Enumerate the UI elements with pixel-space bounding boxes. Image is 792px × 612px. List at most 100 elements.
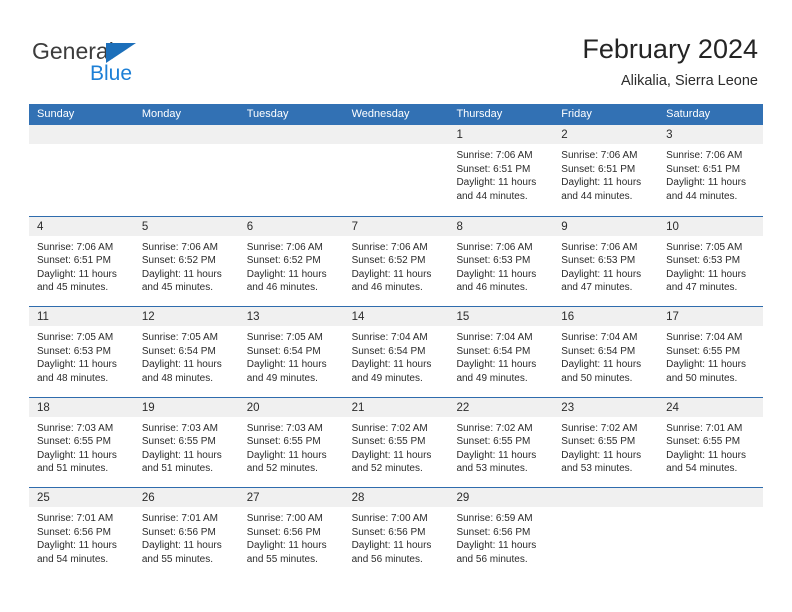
calendar-day-cell[interactable]: 18 Sunrise: 7:03 AM Sunset: 6:55 PM Dayligh… <box>29 397 134 487</box>
day-detail-line: Daylight: 11 hours <box>456 540 537 552</box>
day-number: 21 <box>351 401 365 414</box>
day-detail-line: Sunrise: 7:02 AM <box>561 422 638 434</box>
calendar-day-cell[interactable]: 28 Sunrise: 7:00 AM Sunset: 6:56 PM Dayligh… <box>343 488 449 578</box>
day-detail-line: Sunrise: 7:00 AM <box>246 513 323 524</box>
calendar-day-cell[interactable]: 13 Sunrise: 7:05 AM Sunset: 6:54 PM Dayligh… <box>238 307 344 397</box>
day-detail-line: Sunset: 6:53 PM <box>456 255 531 267</box>
calendar-day-cell[interactable]: 21 Sunrise: 7:02 AM Sunset: 6:55 PM Dayligh… <box>343 397 449 487</box>
brand-logo[interactable]: General Blue <box>32 38 262 94</box>
calendar-day-cell[interactable]: 25 Sunrise: 7:01 AM Sunset: 6:56 PM Dayligh… <box>29 488 134 578</box>
calendar-day-cell[interactable]: 9 Sunrise: 7:06 AM Sunset: 6:53 PM Daylight… <box>553 216 659 306</box>
day-detail-line: Sunrise: 7:06 AM <box>37 241 114 253</box>
day-number-strip <box>343 125 449 144</box>
day-details <box>239 144 344 149</box>
day-details: Sunrise: 7:00 AM Sunset: 6:56 PM Daylight:… <box>344 507 449 566</box>
day-detail-line: Daylight: 11 hours <box>351 449 432 461</box>
day-detail-line: and 51 minutes. <box>37 463 109 475</box>
calendar-day-cell[interactable]: 29 Sunrise: 6:59 AM Sunset: 6:56 PM Dayligh… <box>448 488 554 578</box>
calendar-day-cell[interactable]: 24 Sunrise: 7:01 AM Sunset: 6:55 PM Dayligh… <box>658 397 764 487</box>
day-detail-line: Sunrise: 7:06 AM <box>561 241 638 253</box>
day-detail-line: Sunrise: 7:05 AM <box>37 332 114 343</box>
calendar-day-cell[interactable]: 19 Sunrise: 7:03 AM Sunset: 6:55 PM Dayligh… <box>133 397 239 487</box>
day-number-strip: 20 <box>238 397 344 417</box>
day-detail-line: Daylight: 11 hours <box>246 449 327 461</box>
weekday-header-row: Sunday Monday Tuesday Wednesday Thursday… <box>29 104 763 125</box>
calendar-day-cell[interactable]: 4 Sunrise: 7:06 AM Sunset: 6:51 PM Daylight… <box>29 216 134 306</box>
calendar-day-cell[interactable]: 23 Sunrise: 7:02 AM Sunset: 6:55 PM Dayligh… <box>553 397 659 487</box>
day-number-strip <box>553 488 659 507</box>
calendar-day-cell[interactable]: 12 Sunrise: 7:05 AM Sunset: 6:54 PM Dayligh… <box>133 307 239 397</box>
day-details: Sunrise: 7:04 AM Sunset: 6:55 PM Daylight:… <box>658 326 763 385</box>
day-detail-line: Daylight: 11 hours <box>666 177 747 189</box>
day-number: 5 <box>141 220 149 233</box>
day-detail-line: and 52 minutes. <box>246 463 318 475</box>
day-detail-line: Daylight: 11 hours <box>666 359 747 371</box>
day-number-strip: 26 <box>133 488 239 507</box>
day-number-strip: 2 <box>553 125 659 144</box>
day-details: Sunrise: 7:02 AM Sunset: 6:55 PM Daylight:… <box>448 417 553 476</box>
day-number: 27 <box>246 492 260 504</box>
day-detail-line: and 53 minutes. <box>561 463 633 475</box>
day-details: Sunrise: 7:01 AM Sunset: 6:56 PM Daylight:… <box>29 507 134 566</box>
calendar-day-cell[interactable]: 3 Sunrise: 7:06 AM Sunset: 6:51 PM Daylight… <box>658 125 764 216</box>
day-detail-line: Sunrise: 7:03 AM <box>246 422 323 434</box>
calendar-day-cell[interactable]: 6 Sunrise: 7:06 AM Sunset: 6:52 PM Daylight… <box>238 216 344 306</box>
day-detail-line: Sunset: 6:52 PM <box>351 255 426 267</box>
calendar-day-cell[interactable]: 22 Sunrise: 7:02 AM Sunset: 6:55 PM Dayligh… <box>448 397 554 487</box>
calendar-day-cell[interactable]: 1 Sunrise: 7:06 AM Sunset: 6:51 PM Daylight… <box>448 125 554 216</box>
day-number-strip: 17 <box>658 307 764 326</box>
brand-name-general: General <box>32 38 114 64</box>
page-title: February 2024 <box>582 34 758 64</box>
calendar-day-cell[interactable]: 5 Sunrise: 7:06 AM Sunset: 6:52 PM Daylight… <box>133 216 239 306</box>
day-detail-line: Sunrise: 7:06 AM <box>456 150 533 161</box>
blue-triangle-logo-icon <box>106 43 136 63</box>
calendar-day-cell[interactable]: 27 Sunrise: 7:00 AM Sunset: 6:56 PM Dayligh… <box>238 488 344 578</box>
day-detail-line: Sunrise: 7:05 AM <box>666 241 743 253</box>
day-number-strip: 6 <box>238 216 344 236</box>
calendar-day-cell[interactable]: 11 Sunrise: 7:05 AM Sunset: 6:53 PM Dayligh… <box>29 307 134 397</box>
day-detail-line: Sunset: 6:55 PM <box>561 436 636 448</box>
day-detail-line: and 52 minutes. <box>351 463 423 475</box>
day-number-strip <box>133 125 239 144</box>
day-detail-line: Sunrise: 7:02 AM <box>351 422 428 434</box>
day-number-strip: 22 <box>448 397 554 417</box>
calendar-day-cell[interactable]: 20 Sunrise: 7:03 AM Sunset: 6:55 PM Dayligh… <box>238 397 344 487</box>
day-number-strip: 27 <box>238 488 344 507</box>
weekday-thursday: Thursday <box>456 108 503 120</box>
calendar-week-row: 11 Sunrise: 7:05 AM Sunset: 6:53 PM Dayligh… <box>29 306 764 397</box>
day-detail-line: Daylight: 11 hours <box>351 268 432 280</box>
calendar-day-cell[interactable]: 14 Sunrise: 7:04 AM Sunset: 6:54 PM Dayligh… <box>343 307 449 397</box>
calendar-day-cell[interactable]: 8 Sunrise: 7:06 AM Sunset: 6:53 PM Daylight… <box>448 216 554 306</box>
day-number: 7 <box>351 220 358 233</box>
day-detail-line: Sunset: 6:55 PM <box>456 436 531 448</box>
day-detail-line: Sunset: 6:52 PM <box>141 255 216 267</box>
day-detail-line: Daylight: 11 hours <box>246 268 327 280</box>
day-detail-line: and 48 minutes. <box>141 372 214 384</box>
calendar-day-cell[interactable]: 10 Sunrise: 7:05 AM Sunset: 6:53 PM Dayligh… <box>658 216 764 306</box>
calendar-day-cell[interactable]: 2 Sunrise: 7:06 AM Sunset: 6:51 PM Daylight… <box>553 125 659 216</box>
calendar-day-cell[interactable]: 15 Sunrise: 7:04 AM Sunset: 6:54 PM Dayligh… <box>448 307 554 397</box>
day-number: 11 <box>37 311 49 323</box>
day-number-strip: 8 <box>448 216 554 236</box>
day-detail-line: Sunrise: 7:06 AM <box>246 241 323 253</box>
day-details <box>344 144 449 149</box>
calendar-day-cell[interactable]: 7 Sunrise: 7:06 AM Sunset: 6:52 PM Daylight… <box>343 216 449 306</box>
day-detail-line: Sunrise: 7:01 AM <box>666 422 743 434</box>
day-detail-line: and 54 minutes. <box>37 553 109 565</box>
calendar-week-row: 4 Sunrise: 7:06 AM Sunset: 6:51 PM Daylight… <box>29 215 764 306</box>
day-number: 3 <box>666 129 673 141</box>
calendar-day-cell[interactable]: 17 Sunrise: 7:04 AM Sunset: 6:55 PM Dayligh… <box>658 307 764 397</box>
day-detail-line: Sunset: 6:56 PM <box>141 526 216 538</box>
calendar-day-cell[interactable]: 16 Sunrise: 7:04 AM Sunset: 6:54 PM Dayligh… <box>553 307 659 397</box>
day-detail-line: Sunset: 6:55 PM <box>246 436 321 448</box>
day-number-strip: 28 <box>343 488 449 507</box>
day-detail-line: Sunrise: 7:00 AM <box>351 513 428 524</box>
calendar-day-cell-empty <box>658 488 764 578</box>
day-details: Sunrise: 7:01 AM Sunset: 6:56 PM Daylight:… <box>134 507 239 566</box>
day-details: Sunrise: 7:05 AM Sunset: 6:54 PM Daylight:… <box>239 326 344 385</box>
day-details: Sunrise: 7:02 AM Sunset: 6:55 PM Daylight:… <box>344 417 449 476</box>
calendar-day-cell[interactable]: 26 Sunrise: 7:01 AM Sunset: 6:56 PM Dayligh… <box>133 488 239 578</box>
calendar-day-cell-empty <box>29 125 134 216</box>
day-number-strip: 15 <box>448 307 554 326</box>
day-detail-line: and 54 minutes. <box>666 463 738 475</box>
